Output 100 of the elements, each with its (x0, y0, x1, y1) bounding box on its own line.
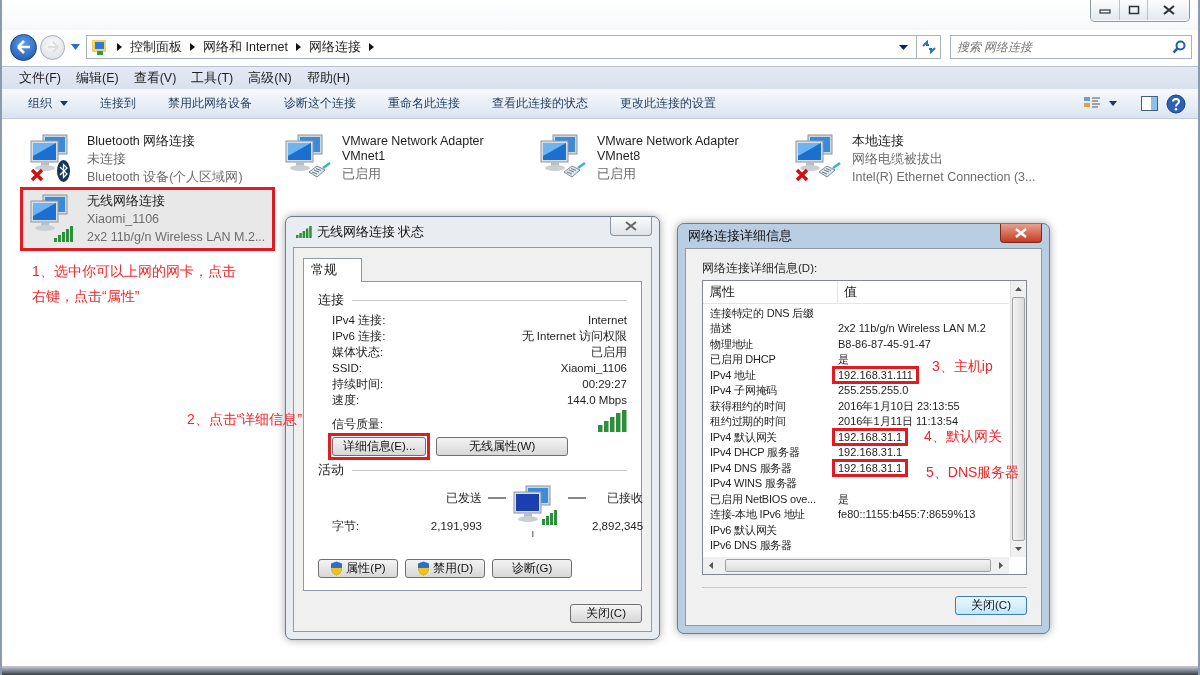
chevron-icon (117, 43, 122, 51)
caret-icon[interactable] (1109, 101, 1117, 106)
adapter-name: Bluetooth 网络连接 (87, 134, 197, 149)
toolbar-button[interactable]: 组织 (16, 92, 80, 115)
caret-icon (60, 101, 68, 106)
chevron-icon (295, 43, 301, 51)
refresh-button[interactable] (916, 35, 941, 59)
section-heading: 连接 (318, 292, 344, 309)
field-label: 速度: (332, 393, 361, 408)
chevron-icon (368, 43, 374, 51)
search-field[interactable]: 搜索 网络连接 (950, 35, 1192, 59)
close-button[interactable] (1000, 224, 1042, 243)
menu-item[interactable]: 查看(V) (133, 69, 177, 87)
table-cell: 192.168.31.1 (832, 427, 909, 446)
adapter-device: Intel(R) Ethernet Connection (3... (852, 170, 1036, 185)
x-mark-icon (795, 168, 809, 182)
chevron-icon (190, 43, 195, 51)
breadcrumb[interactable]: 网络和 Internet (203, 38, 288, 56)
signal-bars-icon (53, 226, 75, 242)
field-label: IPv6 连接: (332, 329, 386, 344)
maximize-icon (1127, 5, 1140, 15)
breadcrumb[interactable]: 网络连接 (308, 38, 361, 56)
dialog-title: 无线网络连接 状态 (317, 223, 425, 241)
dropdown-caret-icon[interactable] (899, 44, 908, 50)
table-cell-text: IPv4 地址 (710, 367, 757, 383)
tab[interactable]: 常规 (303, 258, 362, 282)
arrow-up-icon[interactable] (1015, 287, 1022, 291)
toolbar-button[interactable]: 禁用此网络设备 (156, 92, 264, 115)
bluetooth-icon (57, 160, 70, 182)
preview-pane-icon[interactable] (1141, 96, 1158, 111)
details-button[interactable]: 详细信息(E)... (332, 437, 426, 456)
network-plug-icon (307, 162, 331, 178)
horizontal-scrollbar[interactable] (703, 557, 1009, 574)
menu-item[interactable]: 编辑(E) (75, 69, 119, 87)
wireless-properties-button[interactable]: 无线属性(W) (436, 437, 568, 456)
action-button[interactable]: 禁用(D) (405, 559, 485, 578)
field-value: Xiaomi_1106 (559, 361, 627, 376)
annotation-text: 4、默认网关 (924, 428, 1002, 445)
adapter-device: 2x2 11b/g/n Wireless LAN M.2... (87, 230, 267, 245)
action-button[interactable]: 诊断(G) (492, 559, 572, 578)
refresh-icon (920, 40, 937, 54)
menu-item[interactable]: 帮助(H) (306, 69, 350, 87)
field-value: 已启用 (590, 345, 627, 360)
breadcrumb[interactable]: 控制面板 (130, 38, 182, 56)
toolbar-button[interactable]: 诊断这个连接 (272, 92, 368, 115)
action-button[interactable]: 属性(P) (318, 559, 398, 578)
scroll-thumb[interactable] (725, 559, 991, 572)
adapter-name: VMware Network Adapter VMnet1 (342, 134, 485, 164)
details-list[interactable] (702, 280, 1027, 575)
toolbar-button[interactable]: 查看此连接的状态 (480, 92, 600, 115)
adapter-status: 已启用 (342, 167, 382, 182)
network-plug-icon (817, 162, 841, 178)
bytes-sent: 2,191,993 (430, 520, 482, 532)
table-cell-text: 物理地址 (710, 336, 755, 352)
toolbar-button[interactable]: 重命名此连接 (376, 92, 472, 115)
signal-bars-icon (296, 226, 312, 238)
adapter-item[interactable]: 无线网络连接 Xiaomi_1106 2x2 11b/g/n Wireless LAN M.2... (20, 187, 275, 251)
menu-item[interactable]: 高级(N) (248, 69, 292, 87)
field-label: 信号质量: (332, 417, 384, 432)
caret-icon[interactable] (71, 44, 80, 50)
table-cell-text: 描述 (710, 321, 733, 337)
adapter-name: 无线网络连接 (87, 194, 166, 209)
back-button[interactable] (10, 33, 37, 61)
signal-bars-icon (597, 410, 627, 432)
maximize-button[interactable] (1119, 0, 1147, 20)
close-button[interactable] (610, 217, 652, 236)
adapter-name: 本地连接 (852, 134, 905, 149)
close-dialog-button[interactable]: 关闭(C) (955, 596, 1027, 615)
column-header[interactable]: 属性 (703, 281, 838, 303)
close-dialog-button[interactable]: 关闭(C) (570, 604, 642, 623)
column-header[interactable]: 值 (838, 281, 857, 303)
table-cell-text: IPv4 WINS 服务器 (710, 476, 799, 492)
toolbar-button[interactable]: 更改此连接的设置 (608, 92, 728, 115)
menu-item[interactable]: 工具(T) (191, 69, 234, 87)
field-value: 00:29:27 (581, 377, 627, 392)
field-label: 持续时间: (332, 377, 385, 392)
adapter-item[interactable]: VMware Network Adapter VMnet8 已启用 (530, 127, 785, 183)
arrow-left-icon[interactable] (709, 562, 713, 569)
adapter-item[interactable]: 本地连接 网络电缆被拔出 Intel(R) Ethernet Connection (3... (785, 127, 1040, 183)
dialog-title: 网络连接详细信息 (688, 227, 792, 245)
adapter-name: VMware Network Adapter VMnet8 (597, 134, 740, 164)
shield-icon (417, 561, 430, 576)
annotation-text: 5、DNS服务器 (926, 464, 1020, 481)
toolbar-button[interactable]: 连接到 (88, 92, 148, 115)
close-button[interactable] (1147, 0, 1189, 20)
field-label: SSID: (332, 361, 364, 376)
adapter-device: Bluetooth 设备(个人区域网) (87, 170, 244, 185)
address-bar[interactable]: 控制面板 网络和 Internet 网络连接 (86, 35, 917, 59)
sent-label: 已发送 (446, 490, 482, 506)
adapter-item[interactable]: Bluetooth 网络连接 未连接 Bluetooth 设备(个人区域网) (20, 127, 275, 183)
adapter-item[interactable]: VMware Network Adapter VMnet1 已启用 (275, 127, 530, 183)
table-cell-text: IPv4 DNS 服务器 (710, 460, 793, 476)
arrow-right-icon (45, 41, 60, 53)
menu-item[interactable]: 文件(F) (19, 69, 61, 87)
table-cell-text: IPv6 默认网关 (710, 522, 779, 538)
arrow-right-icon[interactable] (999, 562, 1003, 569)
shield-icon (330, 561, 344, 576)
arrow-down-icon[interactable] (1015, 547, 1022, 551)
help-icon[interactable] (1166, 93, 1186, 114)
minimize-button[interactable] (1091, 0, 1119, 20)
